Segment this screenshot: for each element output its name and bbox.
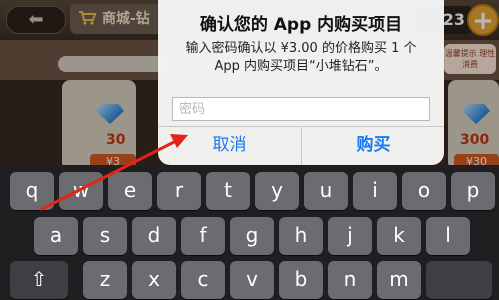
key-p[interactable]: p: [451, 172, 495, 210]
backspace-key[interactable]: [426, 261, 492, 299]
key-m[interactable]: m: [377, 261, 421, 299]
key-v[interactable]: v: [230, 261, 274, 299]
key-n[interactable]: n: [328, 261, 372, 299]
dialog-message-line2: App 内购买项目“小堆钻石”。: [214, 59, 388, 74]
shift-icon: ⇧: [30, 267, 48, 291]
key-g[interactable]: g: [230, 217, 274, 255]
shift-key[interactable]: ⇧: [10, 261, 68, 299]
key-q[interactable]: q: [10, 172, 54, 210]
purchase-confirm-dialog: 确认您的 App 内购买项目 输入密码确认以 ¥3.00 的价格购买 1 个 A…: [158, 0, 444, 165]
key-f[interactable]: f: [181, 217, 225, 255]
key-k[interactable]: k: [377, 217, 421, 255]
key-h[interactable]: h: [279, 217, 323, 255]
key-a[interactable]: a: [34, 217, 78, 255]
key-c[interactable]: c: [181, 261, 225, 299]
dialog-title: 确认您的 App 内购买项目: [199, 15, 403, 35]
buy-button[interactable]: 购买: [302, 127, 445, 165]
key-w[interactable]: w: [59, 172, 103, 210]
key-e[interactable]: e: [108, 172, 152, 210]
password-field[interactable]: [172, 97, 430, 121]
key-t[interactable]: t: [206, 172, 250, 210]
key-s[interactable]: s: [83, 217, 127, 255]
key-j[interactable]: j: [328, 217, 372, 255]
dialog-message: 输入密码确认以 ¥3.00 的价格购买 1 个 App 内购买项目“小堆钻石”。: [158, 40, 444, 76]
onscreen-keyboard: q w e r t y u i o p a s d f g h j k l ⇧ …: [0, 165, 499, 300]
key-o[interactable]: o: [402, 172, 446, 210]
key-z[interactable]: z: [83, 261, 127, 299]
cancel-button[interactable]: 取消: [158, 127, 301, 165]
key-r[interactable]: r: [157, 172, 201, 210]
key-d[interactable]: d: [132, 217, 176, 255]
key-u[interactable]: u: [304, 172, 348, 210]
key-b[interactable]: b: [279, 261, 323, 299]
key-y[interactable]: y: [255, 172, 299, 210]
key-i[interactable]: i: [353, 172, 397, 210]
key-x[interactable]: x: [132, 261, 176, 299]
key-l[interactable]: l: [426, 217, 470, 255]
dialog-message-line1: 输入密码确认以 ¥3.00 的价格购买 1 个: [185, 41, 417, 56]
